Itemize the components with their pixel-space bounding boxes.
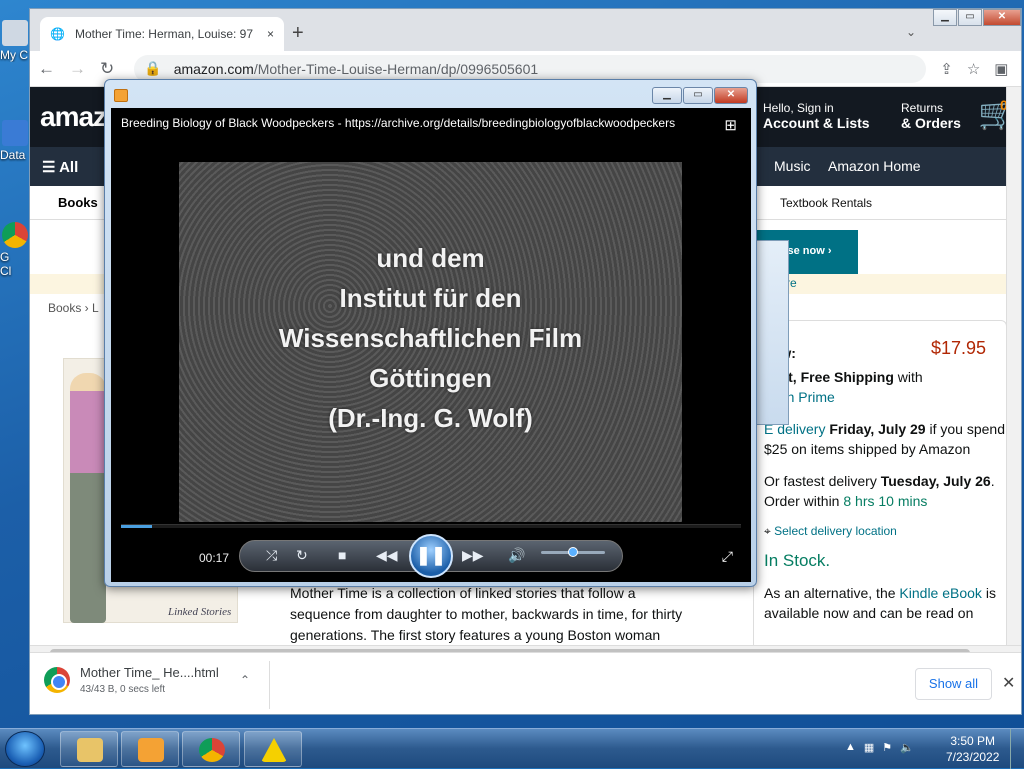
download-item[interactable]: Mother Time_ He....html 43/43 B, 0 secs … <box>44 665 264 695</box>
chrome-icon <box>2 222 28 248</box>
close-button[interactable]: ✕ <box>983 9 1021 26</box>
returns-orders-link[interactable]: Returns & Orders <box>901 101 961 132</box>
media-player-window: ▁ ▭ ✕ Breeding Biology of Black Woodpeck… <box>104 79 757 587</box>
taskbar: ▲ ▦ ⚑ 🔈 3:50 PM 7/23/2022 <box>0 728 1024 769</box>
folder-icon <box>77 738 103 762</box>
player-maximize-button[interactable]: ▭ <box>683 87 713 104</box>
warning-icon <box>261 738 287 762</box>
start-button[interactable] <box>5 731 45 767</box>
tab-close-icon[interactable]: × <box>267 27 274 41</box>
chrome-icon <box>199 738 225 762</box>
rewind-icon[interactable]: ◀◀ <box>376 547 398 564</box>
nav-amazon-home[interactable]: Amazon Home <box>828 158 921 174</box>
desktop-icon-chrome[interactable]: G Cl <box>0 222 30 278</box>
repeat-icon[interactable]: ↻ <box>296 547 308 564</box>
volume-icon[interactable]: 🔊 <box>508 547 525 564</box>
system-tray: ▲ ▦ ⚑ 🔈 <box>845 741 914 754</box>
download-bar: Mother Time_ He....html 43/43 B, 0 secs … <box>30 652 1021 714</box>
seek-bar[interactable] <box>121 524 741 528</box>
price: $17.95 <box>930 338 986 358</box>
taskbar-warning[interactable] <box>244 731 302 767</box>
playback-time: 00:17 <box>199 551 230 565</box>
books-link[interactable]: Books <box>58 195 98 210</box>
show-desktop-button[interactable] <box>1010 729 1024 769</box>
chrome-file-icon <box>44 667 70 693</box>
tab-strip: 🌐 Mother Time: Herman, Louise: 97 × + ⌄ … <box>30 9 1021 51</box>
forward-arrow-icon[interactable]: → <box>69 59 86 79</box>
computer-icon <box>2 20 28 46</box>
book-description: Mother Time is a collection of linked st… <box>290 585 683 643</box>
taskbar-explorer[interactable] <box>60 731 118 767</box>
player-window-controls: ▁ ▭ ✕ <box>652 87 748 104</box>
textbook-rentals-link[interactable]: Textbook Rentals <box>780 196 872 210</box>
minimize-button[interactable]: ▁ <box>933 9 957 26</box>
desktop-icon-data[interactable]: Data <box>0 120 30 162</box>
data-icon <box>2 120 28 146</box>
media-player-icon <box>138 738 164 762</box>
divider <box>269 661 270 709</box>
volume-slider[interactable] <box>541 547 605 557</box>
player-controls: 00:17 ⤮ ↻ ■ ◀◀ ▶▶ 🔊 ❚❚ ⤢ <box>111 534 751 582</box>
tab-search-chevron-icon[interactable]: ⌄ <box>906 25 916 39</box>
tab-amazon[interactable]: 🌐 Mother Time: Herman, Louise: 97 × <box>40 17 284 51</box>
globe-icon: 🌐 <box>50 27 65 41</box>
tab-title: Mother Time: Herman, Louise: 97 <box>74 27 254 41</box>
desktop-icon-my-computer[interactable]: My C <box>0 20 30 62</box>
chevron-up-icon[interactable]: ⌃ <box>240 673 250 687</box>
amazon-logo[interactable]: amaz <box>40 101 107 133</box>
pause-button[interactable]: ❚❚ <box>409 534 453 578</box>
reload-icon[interactable]: ↻ <box>100 59 114 79</box>
countdown: 8 hrs 10 mins <box>843 493 928 509</box>
clock[interactable]: 3:50 PM 7/23/2022 <box>946 733 999 765</box>
toolbar-actions: ⇪ ☆ ▣ ● ⋮ <box>940 60 1021 78</box>
fast-forward-icon[interactable]: ▶▶ <box>462 547 484 564</box>
breadcrumb[interactable]: Books › L <box>48 301 99 315</box>
lock-icon: 🔒 <box>144 60 162 76</box>
account-lists-link[interactable]: Hello, Sign in Account & Lists <box>763 101 870 132</box>
window-controls: ▁ ▭ ✕ <box>932 9 1021 26</box>
media-player-icon <box>114 89 128 102</box>
location-pin-icon: ⌖ <box>764 524 771 538</box>
url-path: /Mother-Time-Louise-Herman/dp/0996505601 <box>253 60 539 77</box>
taskbar-media-player[interactable] <box>121 731 179 767</box>
speaker-icon[interactable]: 🔈 <box>900 741 914 754</box>
taskbar-chrome[interactable] <box>182 731 240 767</box>
in-stock: In Stock. <box>764 551 831 570</box>
new-tab-button[interactable]: + <box>292 23 304 43</box>
video-frame: und dem Institut für den Wissenschaftlic… <box>179 162 682 522</box>
back-arrow-icon[interactable]: ← <box>38 59 55 79</box>
buy-box: new: $17.95 Fast, Free Shipping with azo… <box>753 320 1007 645</box>
share-icon[interactable]: ⇪ <box>940 60 953 78</box>
download-bar-close-icon[interactable]: ✕ <box>1002 673 1015 693</box>
action-center-icon[interactable]: ⚑ <box>882 741 892 754</box>
page-scrollbar-vertical[interactable] <box>1006 87 1021 645</box>
cover-label: Linked Stories <box>168 606 232 618</box>
shuffle-icon[interactable]: ⤮ <box>266 547 277 564</box>
seek-progress <box>121 525 152 528</box>
tray-expand-icon[interactable]: ▲ <box>845 741 856 754</box>
nav-music[interactable]: Music <box>774 158 811 174</box>
video-area[interactable]: Breeding Biology of Black Woodpeckers - … <box>111 108 751 582</box>
maximize-button[interactable]: ▭ <box>958 9 982 26</box>
side-panel-icon[interactable]: ▣ <box>994 60 1008 78</box>
player-library-edge <box>757 240 789 425</box>
kindle-link[interactable]: Kindle eBook <box>899 585 982 601</box>
stop-icon[interactable]: ■ <box>338 547 346 563</box>
url-domain: amazon.com <box>173 60 254 77</box>
all-menu-button[interactable]: ☰ All <box>42 158 78 176</box>
select-location-link[interactable]: ⌖ Select delivery location <box>764 521 1006 541</box>
cover-figure <box>70 373 106 623</box>
star-icon[interactable]: ☆ <box>967 60 980 78</box>
video-caption: Breeding Biology of Black Woodpeckers - … <box>121 116 676 130</box>
volume-knob[interactable] <box>568 547 578 557</box>
switch-to-library-icon[interactable]: ⊞ <box>724 116 737 134</box>
network-icon[interactable]: ▦ <box>864 741 874 754</box>
prime-link[interactable]: azon Prime <box>764 387 1006 407</box>
show-all-button[interactable]: Show all <box>915 668 992 700</box>
player-close-button[interactable]: ✕ <box>714 87 748 104</box>
fullscreen-icon[interactable]: ⤢ <box>722 548 733 565</box>
player-minimize-button[interactable]: ▁ <box>652 87 682 104</box>
